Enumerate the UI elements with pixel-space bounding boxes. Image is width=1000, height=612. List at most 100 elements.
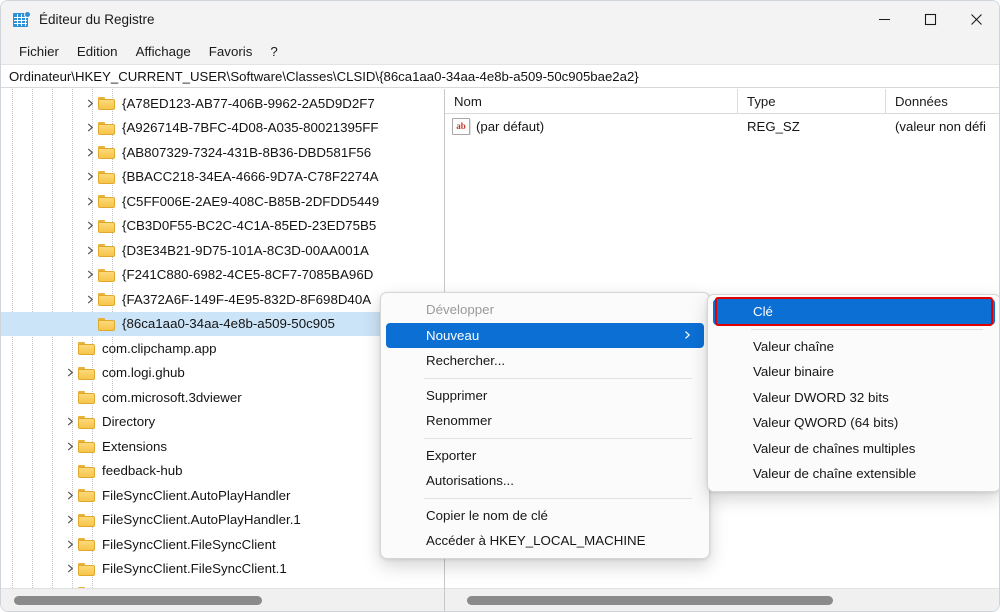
chevron-right-icon[interactable] xyxy=(82,91,98,116)
ctx-nouveau[interactable]: Nouveau xyxy=(386,322,704,348)
chevron-right-icon[interactable] xyxy=(62,361,78,386)
chevron-right-icon[interactable] xyxy=(82,116,98,141)
registry-editor-window: Éditeur du Registre Fichier Edition Affi… xyxy=(0,0,1000,612)
registry-tree-panel: {A78ED123-AB77-406B-9962-2A5D9D2F7 {A9267… xyxy=(1,89,445,611)
chevron-right-icon[interactable] xyxy=(82,165,98,190)
values-scroll-thumb[interactable] xyxy=(467,595,833,605)
menu-separator xyxy=(424,377,692,379)
tree-item[interactable]: FileSyncClient.FileSyncClient.1 xyxy=(1,557,444,582)
ctx-autorisations[interactable]: Autorisations... xyxy=(386,468,704,494)
tree-item-label: {C5FF006E-2AE9-408C-B85B-2DFDD5449 xyxy=(122,193,380,209)
tree-item[interactable]: Extensions xyxy=(1,434,444,459)
tree-item[interactable]: FileSyncClient.AutoPlayHandler xyxy=(1,483,444,508)
menu-item-wrapper: Valeur de chaînes multiples xyxy=(711,436,997,462)
chevron-right-icon[interactable] xyxy=(82,140,98,165)
tree-item[interactable]: Directory xyxy=(1,410,444,435)
chevron-right-icon[interactable] xyxy=(62,434,78,459)
folder-icon xyxy=(98,219,115,233)
sub-valeur-de-cha-nes-multiples[interactable]: Valeur de chaînes multiples xyxy=(713,436,995,462)
chevron-right-icon[interactable] xyxy=(82,238,98,263)
tree-item-label: {A78ED123-AB77-406B-9962-2A5D9D2F7 xyxy=(122,95,375,111)
ctx-supprimer[interactable]: Supprimer xyxy=(386,383,704,409)
folder-icon xyxy=(78,513,95,527)
tree-item[interactable]: {BBACC218-34EA-4666-9D7A-C78F2274A xyxy=(1,165,444,190)
tree-item[interactable]: {FA372A6F-149F-4E95-832D-8F698D40A xyxy=(1,287,444,312)
tree-item[interactable]: grvopen xyxy=(1,581,444,588)
folder-icon xyxy=(98,194,115,209)
value-data-cell: (valeur non défi xyxy=(895,118,986,134)
chevron-right-icon[interactable] xyxy=(82,189,98,214)
chevron-right-icon[interactable] xyxy=(62,508,78,533)
tree-item-label: FileSyncClient.FileSyncClient xyxy=(102,536,276,552)
chevron-right-icon[interactable] xyxy=(62,532,78,557)
sub-cl[interactable]: Clé xyxy=(713,299,995,325)
tree-item[interactable]: feedback-hub xyxy=(1,459,444,484)
tree-item[interactable]: com.clipchamp.app xyxy=(1,336,444,361)
menu-item-wrapper: Rechercher... xyxy=(384,348,706,374)
chevron-right-icon[interactable] xyxy=(82,214,98,239)
values-horizontal-scrollbar[interactable] xyxy=(445,588,999,611)
chevron-right-icon[interactable] xyxy=(62,581,78,588)
ctx-exporter[interactable]: Exporter xyxy=(386,443,704,469)
menu-item-label: Exporter xyxy=(426,447,477,463)
column-header-nom[interactable]: Nom xyxy=(445,89,738,113)
menu-edition[interactable]: Edition xyxy=(68,41,127,62)
sub-valeur-dword-32-bits[interactable]: Valeur DWORD 32 bits xyxy=(713,385,995,411)
menu-item-wrapper: Valeur DWORD 32 bits xyxy=(711,385,997,411)
folder-icon xyxy=(98,96,115,111)
menu-item-wrapper: Valeur de chaîne extensible xyxy=(711,461,997,487)
chevron-right-icon[interactable] xyxy=(62,557,78,582)
chevron-right-icon[interactable] xyxy=(82,287,98,312)
tree-item[interactable]: com.microsoft.3dviewer xyxy=(1,385,444,410)
tree-item[interactable]: {AB807329-7324-431B-8B36-DBD581F56 xyxy=(1,140,444,165)
folder-icon xyxy=(98,317,115,331)
folder-icon xyxy=(98,268,115,282)
folder-icon xyxy=(98,292,115,307)
tree-item[interactable]: {A78ED123-AB77-406B-9962-2A5D9D2F7 xyxy=(1,91,444,116)
tree-horizontal-scrollbar[interactable] xyxy=(1,588,444,611)
tree-item[interactable]: FileSyncClient.FileSyncClient xyxy=(1,532,444,557)
sub-valeur-qword-64-bits[interactable]: Valeur QWORD (64 bits) xyxy=(713,410,995,436)
column-header-type[interactable]: Type xyxy=(738,89,886,113)
chevron-right-icon[interactable] xyxy=(62,410,78,435)
menu-favoris[interactable]: Favoris xyxy=(200,41,262,62)
tree-item[interactable]: {F241C880-6982-4CE5-8CF7-7085BA96D xyxy=(1,263,444,288)
menu-fichier[interactable]: Fichier xyxy=(10,41,68,62)
address-bar[interactable]: Ordinateur\HKEY_CURRENT_USER\Software\Cl… xyxy=(1,64,999,88)
tree-item[interactable]: {C5FF006E-2AE9-408C-B85B-2DFDD5449 xyxy=(1,189,444,214)
menu-affichage[interactable]: Affichage xyxy=(127,41,200,62)
table-row[interactable]: ab (par défaut) REG_SZ (valeur non défi xyxy=(445,114,999,138)
menu-item-label: Nouveau xyxy=(426,327,480,343)
close-icon[interactable] xyxy=(953,1,999,38)
menu-item-wrapper: Exporter xyxy=(384,443,706,469)
ctx-copier-le-nom-de-cl[interactable]: Copier le nom de clé xyxy=(386,503,704,529)
ctx-renommer[interactable]: Renommer xyxy=(386,408,704,434)
context-submenu-nouveau: Clé Valeur chaîne Valeur binaire Valeur DWO… xyxy=(707,294,999,492)
sub-valeur-cha-ne[interactable]: Valeur chaîne xyxy=(713,334,995,360)
window-title: Éditeur du Registre xyxy=(39,12,155,27)
chevron-right-icon[interactable] xyxy=(82,263,98,288)
chevron-right-icon xyxy=(683,331,692,340)
folder-icon xyxy=(78,366,95,380)
sub-valeur-de-cha-ne-extensible[interactable]: Valeur de chaîne extensible xyxy=(713,461,995,487)
tree-item-label: feedback-hub xyxy=(102,463,183,479)
chevron-right-icon[interactable] xyxy=(62,483,78,508)
maximize-icon[interactable] xyxy=(907,1,953,38)
title-bar-left: Éditeur du Registre xyxy=(1,11,861,28)
column-header-donnees[interactable]: Données xyxy=(886,89,999,113)
tree-item[interactable]: {CB3D0F55-BC2C-4C1A-85ED-23ED75B5 xyxy=(1,214,444,239)
ctx-rechercher[interactable]: Rechercher... xyxy=(386,348,704,374)
tree-item[interactable]: {D3E34B21-9D75-101A-8C3D-00AA001A xyxy=(1,238,444,263)
tree-item[interactable]: com.logi.ghub xyxy=(1,361,444,386)
folder-icon xyxy=(78,415,95,429)
address-path: Ordinateur\HKEY_CURRENT_USER\Software\Cl… xyxy=(9,68,639,84)
minimize-icon[interactable] xyxy=(861,1,907,38)
tree-item[interactable]: {A926714B-7BFC-4D08-A035-80021395FF xyxy=(1,116,444,141)
tree-item[interactable]: FileSyncClient.AutoPlayHandler.1 xyxy=(1,508,444,533)
tree-item[interactable]: {86ca1aa0-34aa-4e8b-a509-50c905 xyxy=(1,311,444,336)
sub-valeur-binaire[interactable]: Valeur binaire xyxy=(713,359,995,385)
menu-aide[interactable]: ? xyxy=(261,41,286,62)
folder-icon xyxy=(78,390,95,405)
ctx-acc-der-hkey-local-machine[interactable]: Accéder à HKEY_LOCAL_MACHINE xyxy=(386,528,704,554)
tree-scroll-thumb[interactable] xyxy=(14,595,262,605)
